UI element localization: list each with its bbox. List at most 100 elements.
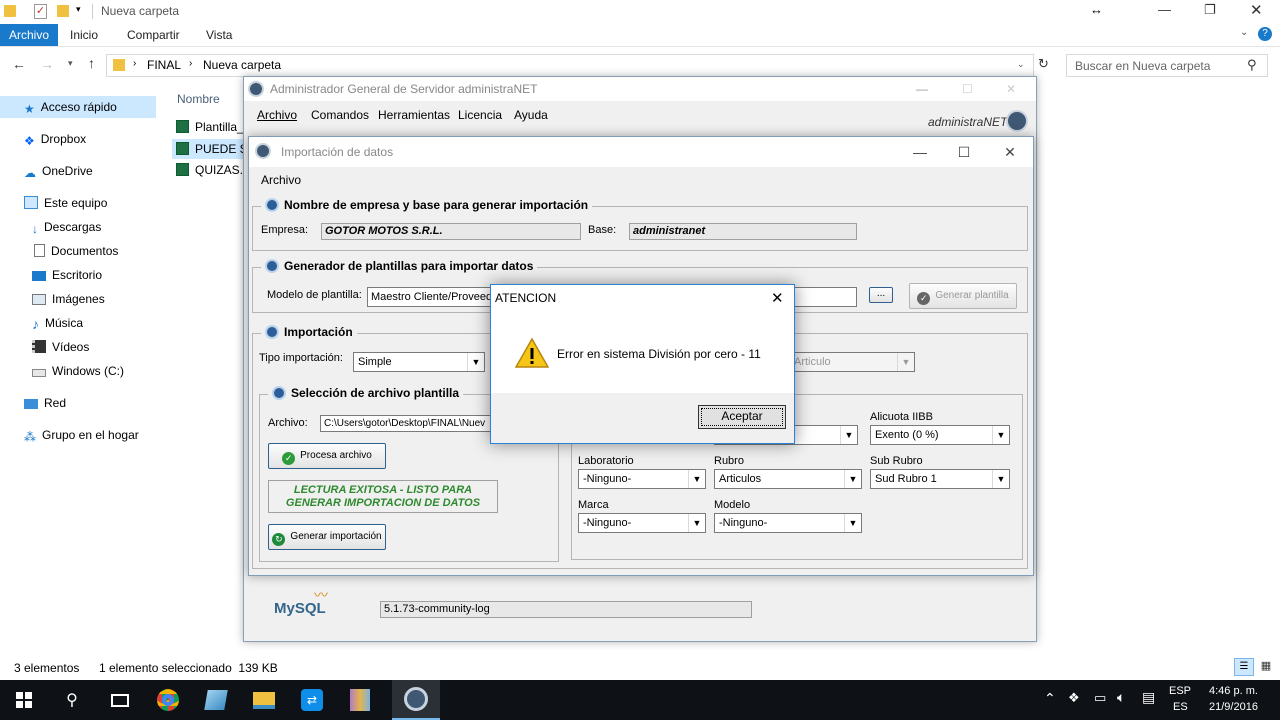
- modelo-label: Modelo de plantilla:: [267, 289, 362, 301]
- new-folder-icon[interactable]: [57, 5, 69, 17]
- nav-music[interactable]: ♪ Música: [0, 312, 83, 334]
- column-header-name[interactable]: Nombre: [177, 92, 220, 106]
- subrubro-select[interactable]: Sud Rubro 1 ▼: [870, 469, 1010, 489]
- nav-this-pc[interactable]: Este equipo: [0, 192, 107, 214]
- network-tray-icon[interactable]: ▭: [1094, 690, 1106, 706]
- nav-documents[interactable]: Documentos: [0, 240, 118, 262]
- minimize-button[interactable]: —: [916, 77, 928, 101]
- chevron-up-icon[interactable]: ⌃: [1044, 690, 1056, 707]
- refresh-icon[interactable]: ↻: [1038, 56, 1049, 72]
- breadcrumb-nueva-carpeta[interactable]: Nueva carpeta: [203, 58, 281, 72]
- chrome-icon: [157, 689, 179, 711]
- admin-menubar: Archivo Comandos Herramientas Licencia A…: [244, 103, 1036, 132]
- search-button[interactable]: ⚲: [48, 680, 96, 720]
- browse-button[interactable]: ...: [869, 287, 893, 303]
- search-input[interactable]: Buscar en Nueva carpeta ⚲: [1066, 54, 1268, 77]
- app-button[interactable]: [192, 680, 240, 720]
- lang-code[interactable]: ESP: [1169, 685, 1191, 697]
- menu-licencia[interactable]: Licencia: [458, 108, 502, 122]
- volume-icon[interactable]: 🔈︎: [1117, 689, 1125, 706]
- tab-inicio[interactable]: Inicio: [61, 24, 107, 46]
- generar-importacion-button[interactable]: ↻ Generar importación: [268, 524, 386, 550]
- close-button[interactable]: ✕: [771, 289, 784, 307]
- breadcrumb-final[interactable]: FINAL: [147, 58, 181, 72]
- minimize-button[interactable]: —: [897, 137, 943, 167]
- nav-drive-c[interactable]: Windows (C:): [0, 360, 124, 382]
- address-box[interactable]: › FINAL › Nueva carpeta ⌄: [106, 54, 1034, 77]
- task-view-button[interactable]: [96, 680, 144, 720]
- file-row[interactable]: Plantilla_: [176, 120, 246, 138]
- search-icon[interactable]: ⚲: [1247, 57, 1257, 73]
- nav-onedrive[interactable]: ☁ OneDrive: [0, 160, 93, 182]
- close-button[interactable]: ✕: [1250, 1, 1263, 19]
- nav-videos[interactable]: Vídeos: [0, 336, 89, 358]
- tab-archivo[interactable]: Archivo: [0, 24, 59, 46]
- group-title-text: Selección de archivo plantilla: [291, 386, 460, 400]
- recent-dropdown-icon[interactable]: ▾: [68, 58, 73, 69]
- chrome-button[interactable]: [144, 680, 192, 720]
- close-button[interactable]: ✕: [1006, 77, 1016, 101]
- nav-homegroup[interactable]: ⁂ Grupo en el hogar: [0, 424, 139, 446]
- articulo-select[interactable]: Articulo ▼: [789, 352, 915, 372]
- dropbox-tray-icon[interactable]: ❖: [1068, 690, 1080, 706]
- up-icon[interactable]: ↑: [88, 55, 95, 71]
- winrar-button[interactable]: [336, 680, 384, 720]
- qat-dropdown-icon[interactable]: ▾: [76, 4, 81, 15]
- restore-button[interactable]: ❐: [1204, 2, 1216, 18]
- marca-select[interactable]: -Ninguno- ▼: [578, 513, 706, 533]
- tab-vista[interactable]: Vista: [197, 24, 241, 46]
- menu-archivo[interactable]: Archivo: [257, 108, 297, 122]
- music-note-icon: ♪: [32, 316, 39, 332]
- clock-time[interactable]: 4:46 p. m.: [1209, 685, 1258, 697]
- details-view-icon[interactable]: ☰: [1234, 658, 1254, 676]
- help-icon[interactable]: ?: [1258, 27, 1272, 41]
- ribbon-expand-icon[interactable]: ⌄: [1240, 27, 1248, 38]
- tipo-select[interactable]: Simple ▼: [353, 352, 485, 372]
- notification-icon[interactable]: ▤: [1142, 689, 1155, 706]
- address-dropdown-icon[interactable]: ⌄: [1017, 59, 1025, 70]
- close-button[interactable]: ✕: [987, 137, 1033, 167]
- nav-quick-access[interactable]: ★ Acceso rápido: [0, 96, 156, 118]
- check-icon: ✓: [917, 292, 931, 305]
- tab-compartir[interactable]: Compartir: [118, 24, 189, 46]
- modelo2-select[interactable]: -Ninguno- ▼: [714, 513, 862, 533]
- alicuota-select[interactable]: Exento (0 %) ▼: [870, 425, 1010, 445]
- file-row[interactable]: PUEDE SI: [172, 139, 251, 159]
- teamviewer-button[interactable]: ⇄: [288, 680, 336, 720]
- tiles-view-icon[interactable]: ▦: [1258, 659, 1274, 675]
- import-menu-archivo[interactable]: Archivo: [261, 173, 301, 187]
- nav-label: Imágenes: [52, 292, 105, 306]
- select-value: -Ninguno-: [583, 517, 632, 529]
- nav-images[interactable]: Imágenes: [0, 288, 105, 310]
- aceptar-button[interactable]: Aceptar: [698, 405, 786, 429]
- menu-ayuda[interactable]: Ayuda: [514, 108, 548, 122]
- lang-layout[interactable]: ES: [1173, 701, 1188, 713]
- mysql-version-field: 5.1.73-community-log: [380, 601, 752, 618]
- administranet-button[interactable]: [392, 680, 440, 720]
- nav-dropbox[interactable]: ❖ Dropbox: [0, 128, 86, 150]
- laboratorio-select[interactable]: -Ninguno- ▼: [578, 469, 706, 489]
- menu-herramientas[interactable]: Herramientas: [378, 108, 450, 122]
- window-title: Nueva carpeta: [101, 4, 180, 18]
- laboratorio-label: Laboratorio: [578, 455, 634, 467]
- excel-file-icon: [176, 120, 189, 133]
- back-icon[interactable]: ←: [12, 56, 26, 72]
- maximize-button[interactable]: ☐: [962, 77, 973, 101]
- maximize-button[interactable]: ☐: [941, 137, 987, 167]
- start-button[interactable]: [0, 680, 48, 720]
- file-explorer-button[interactable]: [240, 680, 288, 720]
- button-label: Generar importación: [290, 531, 382, 542]
- title-divider: [92, 4, 93, 19]
- nav-network[interactable]: Red: [0, 392, 66, 414]
- forward-icon[interactable]: →: [40, 56, 54, 72]
- menu-comandos[interactable]: Comandos: [311, 108, 369, 122]
- rubro-select[interactable]: Articulos ▼: [714, 469, 862, 489]
- file-row[interactable]: QUIZAS.: [176, 163, 246, 181]
- minimize-button[interactable]: —: [1158, 2, 1171, 17]
- generar-plantilla-button[interactable]: ✓ Generar plantilla: [909, 283, 1017, 309]
- nav-desktop[interactable]: Escritorio: [0, 264, 102, 286]
- procesa-archivo-button[interactable]: ✓ Procesa archivo: [268, 443, 386, 469]
- nav-downloads[interactable]: ↓ Descargas: [0, 216, 101, 238]
- properties-icon[interactable]: ✓: [34, 4, 47, 19]
- clock-date[interactable]: 21/9/2016: [1209, 701, 1258, 713]
